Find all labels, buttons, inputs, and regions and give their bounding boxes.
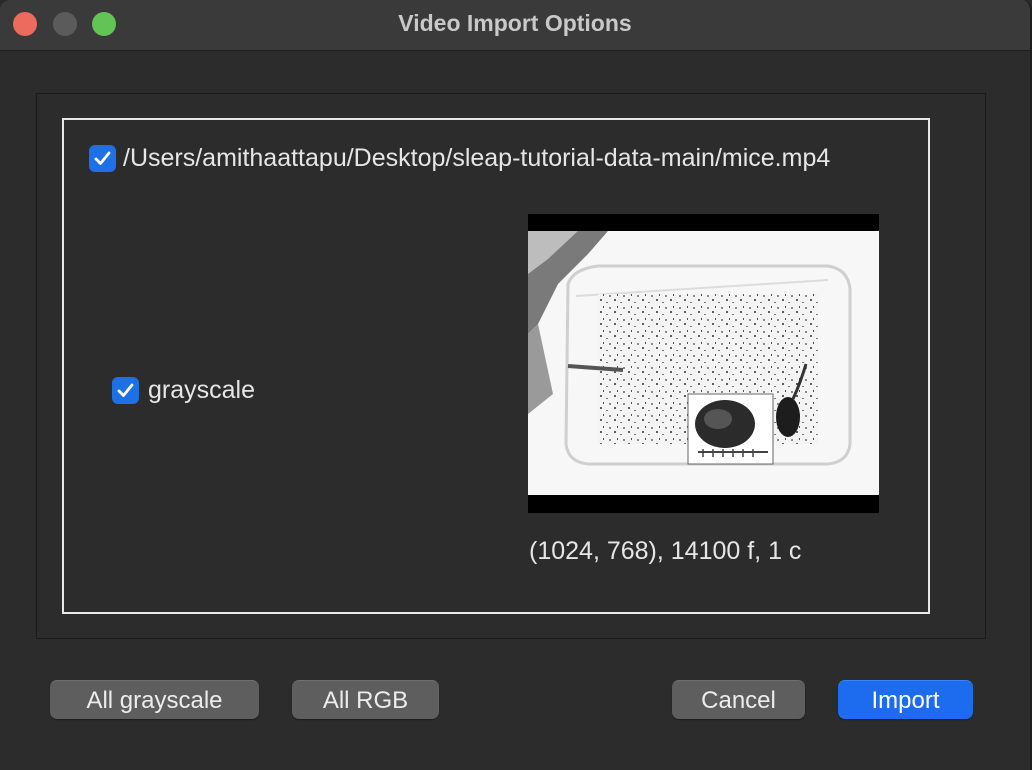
video-import-options-window: Video Import Options /Users/amithaattapu…	[0, 0, 1032, 770]
cancel-button[interactable]: Cancel	[672, 680, 805, 719]
checkmark-icon	[117, 383, 134, 397]
video-path-label[interactable]: /Users/amithaattapu/Desktop/sleap-tutori…	[123, 144, 830, 173]
all-rgb-button[interactable]: All RGB	[292, 680, 439, 719]
grayscale-checkbox[interactable]	[112, 377, 139, 404]
import-button[interactable]: Import	[838, 680, 973, 719]
video-preview-image	[528, 214, 879, 513]
mice-frame-thumbnail	[528, 214, 879, 513]
title-bar[interactable]: Video Import Options	[0, 0, 1030, 51]
window-title: Video Import Options	[398, 10, 632, 36]
grayscale-label[interactable]: grayscale	[148, 376, 255, 405]
video-select-checkbox[interactable]	[89, 145, 116, 172]
checkmark-icon	[94, 151, 111, 165]
all-grayscale-button[interactable]: All grayscale	[50, 680, 259, 719]
video-info-label: (1024, 768), 14100 f, 1 c	[529, 537, 802, 565]
